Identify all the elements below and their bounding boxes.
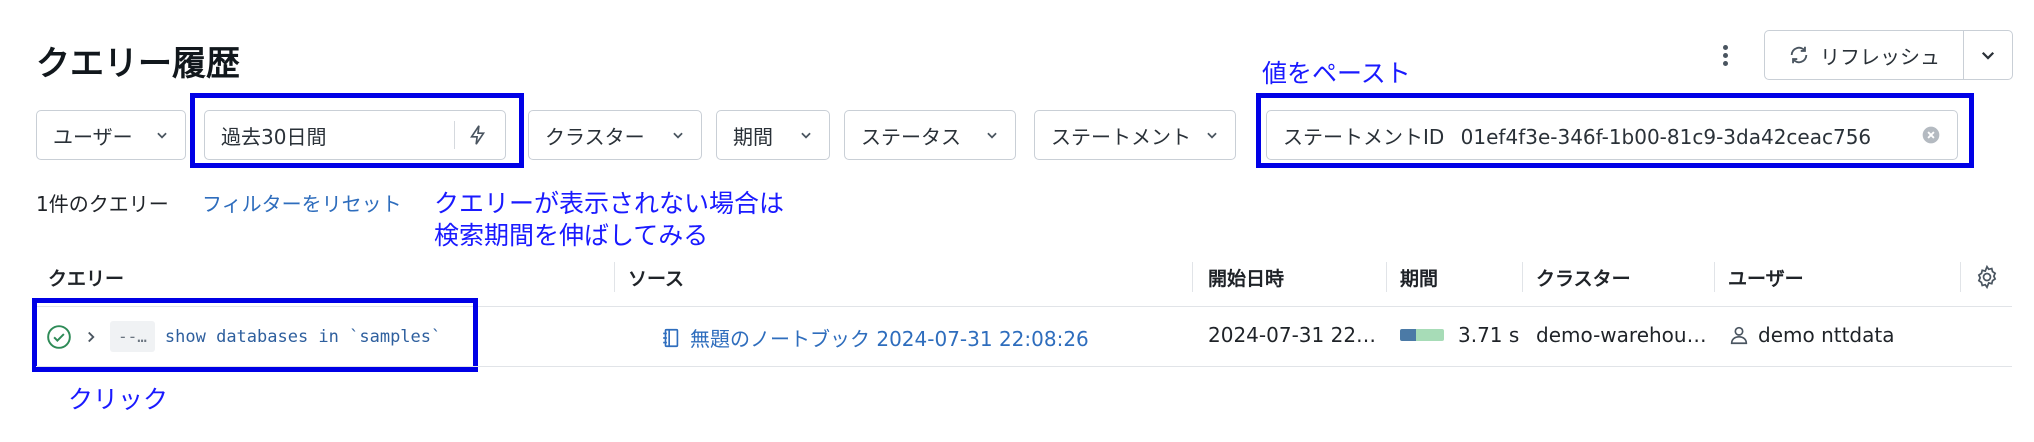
statement-id-filter[interactable]: ステートメントID 01ef4f3e-346f-1b00-81c9-3da42c… <box>1266 110 1958 160</box>
chevron-down-icon <box>987 132 997 139</box>
reset-filters-link[interactable]: フィルターをリセット <box>202 188 402 217</box>
duration-filter[interactable]: 期間 <box>716 110 830 160</box>
chevron-down-icon <box>801 132 811 139</box>
period-range-filter[interactable]: 過去30日間 <box>204 110 506 160</box>
annotation-paste: 値をペースト <box>1262 59 1411 88</box>
chevron-down-icon <box>1981 51 1995 60</box>
refresh-icon <box>1790 46 1808 64</box>
chevron-right-icon[interactable] <box>82 328 100 346</box>
column-header-start-time[interactable]: 開始日時 <box>1208 264 1284 291</box>
more-options-icon[interactable] <box>1718 42 1732 72</box>
column-divider <box>1960 262 1961 292</box>
column-divider <box>1192 262 1193 292</box>
status-filter-label: ステータス <box>861 124 961 149</box>
table-row[interactable]: --… show databases in `samples` <box>46 321 441 352</box>
lightning-icon[interactable] <box>467 123 489 147</box>
success-check-icon <box>47 324 71 349</box>
gear-icon[interactable] <box>1974 264 2000 290</box>
duration-value: 3.71 s <box>1458 323 1520 347</box>
annotation-hint-line2: 検索期間を伸ばしてみる <box>434 221 709 250</box>
refresh-label: リフレッシュ <box>1820 44 1940 69</box>
cluster-link[interactable]: demo-warehou… <box>1536 323 1707 347</box>
query-text[interactable]: show databases in `samples` <box>165 327 441 347</box>
column-divider <box>614 262 615 292</box>
page-title: クエリー履歴 <box>36 44 240 84</box>
column-divider <box>1522 262 1523 292</box>
statement-id-label: ステートメントID <box>1283 124 1445 149</box>
annotation-click: クリック <box>68 385 169 414</box>
query-count: 1件のクエリー <box>36 192 169 216</box>
refresh-dropdown-button[interactable] <box>1963 30 2013 80</box>
chevron-down-icon <box>1207 132 1217 139</box>
chevron-down-icon <box>157 132 167 139</box>
column-header-query[interactable]: クエリー <box>48 264 124 291</box>
user-filter[interactable]: ユーザー <box>36 110 186 160</box>
statement-filter[interactable]: ステートメント <box>1034 110 1236 160</box>
column-divider <box>1386 262 1387 292</box>
start-time-cell: 2024-07-31 22… <box>1208 323 1377 347</box>
cluster-filter[interactable]: クラスター <box>528 110 702 160</box>
user-cell: demo nttdata <box>1728 323 1894 347</box>
column-header-user[interactable]: ユーザー <box>1728 264 1804 291</box>
user-filter-label: ユーザー <box>53 124 133 149</box>
duration-cell: 3.71 s <box>1400 323 1519 347</box>
row-divider <box>36 366 2012 367</box>
divider <box>454 121 455 149</box>
clear-icon[interactable] <box>1921 125 1941 145</box>
user-name: demo nttdata <box>1758 323 1895 347</box>
query-prefix: --… <box>110 321 155 352</box>
user-icon <box>1730 326 1748 345</box>
column-header-cluster[interactable]: クラスター <box>1536 264 1631 291</box>
statement-filter-label: ステートメント <box>1051 124 1191 149</box>
refresh-button[interactable]: リフレッシュ <box>1764 30 1964 80</box>
source-cell[interactable]: 無題のノートブック 2024-07-31 22:08:26 <box>660 323 1089 352</box>
column-divider <box>1714 262 1715 292</box>
duration-bar <box>1400 329 1444 341</box>
period-range-value: 過去30日間 <box>221 124 327 149</box>
chevron-down-icon <box>673 132 683 139</box>
cluster-filter-label: クラスター <box>545 124 645 149</box>
annotation-hint-line1: クエリーが表示されない場合は <box>434 189 785 218</box>
status-filter[interactable]: ステータス <box>844 110 1016 160</box>
column-header-source[interactable]: ソース <box>628 264 684 291</box>
source-link[interactable]: 無題のノートブック 2024-07-31 22:08:26 <box>690 323 1089 352</box>
column-header-duration[interactable]: 期間 <box>1400 264 1438 291</box>
notebook-icon <box>663 328 679 347</box>
duration-filter-label: 期間 <box>733 124 773 149</box>
statement-id-value: 01ef4f3e-346f-1b00-81c9-3da42ceac756 <box>1460 124 1872 149</box>
